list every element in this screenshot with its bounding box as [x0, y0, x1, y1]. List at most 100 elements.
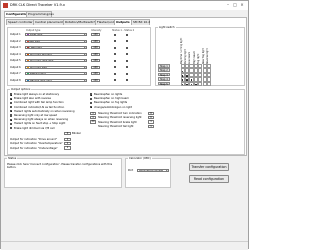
light-on-dot	[195, 83, 197, 86]
tab-rotation-multiswitch[interactable]: Rotation/Multiswitch	[63, 19, 96, 25]
blinker-label: Blinker	[72, 132, 81, 135]
threshold-input[interactable]: 20	[90, 120, 96, 124]
light-step-button[interactable]: Step 2	[158, 68, 170, 72]
status2-checkbox[interactable]	[126, 66, 129, 69]
output-type-value: Violet light	[29, 33, 43, 36]
port-select-value: Automatical number	[139, 168, 164, 172]
option-label: Reversing light always on when reversing	[14, 118, 69, 122]
blinker-input[interactable]: 0	[64, 131, 71, 135]
threshold-right-input[interactable]: 0	[148, 112, 154, 116]
right-option-checkbox[interactable]	[90, 101, 93, 105]
maximize-button[interactable]: □	[232, 2, 238, 8]
right-option-checkbox[interactable]	[90, 105, 93, 109]
light-step-button[interactable]: Step 4	[158, 77, 170, 81]
option-checkbox[interactable]	[10, 110, 13, 113]
output-type-select[interactable]: Steering light ▾	[25, 72, 87, 76]
intensity-input[interactable]: 100	[91, 72, 100, 76]
status-text: Please click here 'Connect configuration…	[7, 163, 113, 170]
minimize-button[interactable]: –	[225, 2, 231, 8]
output-row-label: Output 8	[10, 78, 21, 82]
indication-input[interactable]: 1	[64, 138, 71, 142]
status-group: Status Please click here 'Connect config…	[4, 157, 122, 188]
intensity-input[interactable]: 100	[91, 33, 100, 37]
output-type-select[interactable]: Flash light ▾	[25, 46, 87, 50]
status-bar	[1, 241, 248, 250]
read-configuration-button[interactable]: Read configuration	[189, 175, 229, 183]
threshold-input[interactable]: 1	[90, 112, 96, 116]
intensity-input[interactable]: 100	[91, 59, 100, 63]
light-step-button[interactable]: Step 1	[158, 64, 170, 68]
output-type-select[interactable]: Violet light ▾	[25, 33, 87, 37]
tab-speed-controller[interactable]: Speed controller	[6, 19, 34, 25]
status1-checkbox[interactable]	[114, 72, 117, 75]
status1-checkbox[interactable]	[114, 33, 117, 36]
light-on-dot	[181, 83, 184, 86]
threshold-right-input[interactable]: 0	[148, 116, 154, 120]
tab-outputs[interactable]: Outputs	[114, 19, 132, 25]
output-row-label: Output 7	[10, 72, 21, 76]
status2-checkbox[interactable]	[126, 72, 129, 75]
status1-checkbox[interactable]	[114, 40, 117, 43]
option-checkbox[interactable]	[10, 122, 13, 126]
output-type-select[interactable]: Turn front right light ▾	[25, 59, 87, 63]
configuration-panel: Speed controller Central placement IO Ro…	[4, 17, 247, 156]
status1-checkbox[interactable]	[114, 79, 117, 82]
tab-flasher-unit[interactable]: Flasher/unit	[95, 19, 115, 25]
output-options-title: Output options	[10, 88, 32, 91]
tab-central-placement[interactable]: Central placement IO	[33, 19, 67, 25]
light-step-button[interactable]: Step 3	[158, 72, 170, 77]
option-checkbox[interactable]	[10, 126, 13, 130]
intensity-input[interactable]: 100	[91, 65, 100, 69]
option-checkbox[interactable]	[10, 105, 13, 109]
option-checkbox[interactable]	[10, 97, 13, 101]
right-option-label: Beeinkupfen on lights	[94, 93, 123, 96]
indication-label: Output for indication "Drive around"	[10, 138, 58, 142]
color-swatch	[26, 47, 29, 49]
threshold-input[interactable]: 1	[90, 116, 96, 120]
output-type-select[interactable]: Turn front left light ▾	[25, 52, 87, 56]
status2-checkbox[interactable]	[126, 53, 129, 56]
intensity-input[interactable]: 100	[91, 46, 100, 50]
light-column-header: Daytime running light	[179, 37, 183, 64]
status2-checkbox[interactable]	[126, 33, 129, 36]
output-type-select[interactable]: Turn front light ▾	[25, 65, 87, 69]
intensity-input[interactable]: 100	[91, 52, 100, 56]
light-step-button[interactable]: Step 5	[158, 81, 170, 86]
intensity-input[interactable]: 100	[91, 78, 100, 82]
indication-input[interactable]: 1	[64, 146, 71, 150]
output-type-select[interactable]: Warning light right ▾	[25, 78, 87, 82]
port-select[interactable]: Automatical number ▾	[137, 168, 169, 172]
threshold-right-input[interactable]: 1	[148, 124, 154, 128]
status2-checkbox[interactable]	[126, 79, 129, 82]
output-type-value: Red light	[29, 39, 41, 43]
chevron-down-icon: ▾	[83, 66, 86, 69]
intensity-input[interactable]: 100	[91, 39, 100, 43]
option-checkbox[interactable]	[10, 101, 13, 105]
option-checkbox[interactable]	[10, 93, 13, 97]
light-on-dot	[186, 83, 188, 86]
status1-checkbox[interactable]	[114, 66, 117, 69]
chevron-down-icon: ▾	[165, 169, 168, 172]
right-option-label: Beeinkupfen on fog lights	[94, 101, 128, 105]
close-button[interactable]: ×	[239, 2, 245, 8]
right-option-checkbox[interactable]	[90, 97, 93, 100]
option-label: Combined indicator/LIS as tail function	[14, 105, 65, 109]
light-matrix-cell[interactable]	[206, 81, 212, 86]
port-label: Port	[128, 169, 134, 172]
status1-checkbox[interactable]	[114, 59, 117, 62]
indication-input[interactable]: 1	[64, 142, 71, 146]
status2-checkbox[interactable]	[126, 40, 129, 43]
tab-sm-bx[interactable]: SM BX 10.2	[131, 19, 150, 25]
right-option-checkbox[interactable]	[90, 93, 93, 97]
option-checkbox[interactable]	[10, 114, 13, 117]
status1-checkbox[interactable]	[114, 53, 117, 56]
output-type-select[interactable]: Red light ▾	[25, 39, 87, 43]
transfer-configuration-button[interactable]: Transfer configuration	[189, 163, 229, 171]
status2-checkbox[interactable]	[126, 59, 129, 62]
status2-checkbox[interactable]	[126, 46, 129, 49]
status1-checkbox[interactable]	[114, 46, 117, 49]
option-label: Combined light with tail lamp function	[14, 101, 64, 105]
outputs-group: Output type Intensity Status 1 - Status …	[7, 27, 151, 86]
option-checkbox[interactable]	[10, 118, 13, 122]
threshold-right-input[interactable]: 1	[148, 120, 154, 124]
